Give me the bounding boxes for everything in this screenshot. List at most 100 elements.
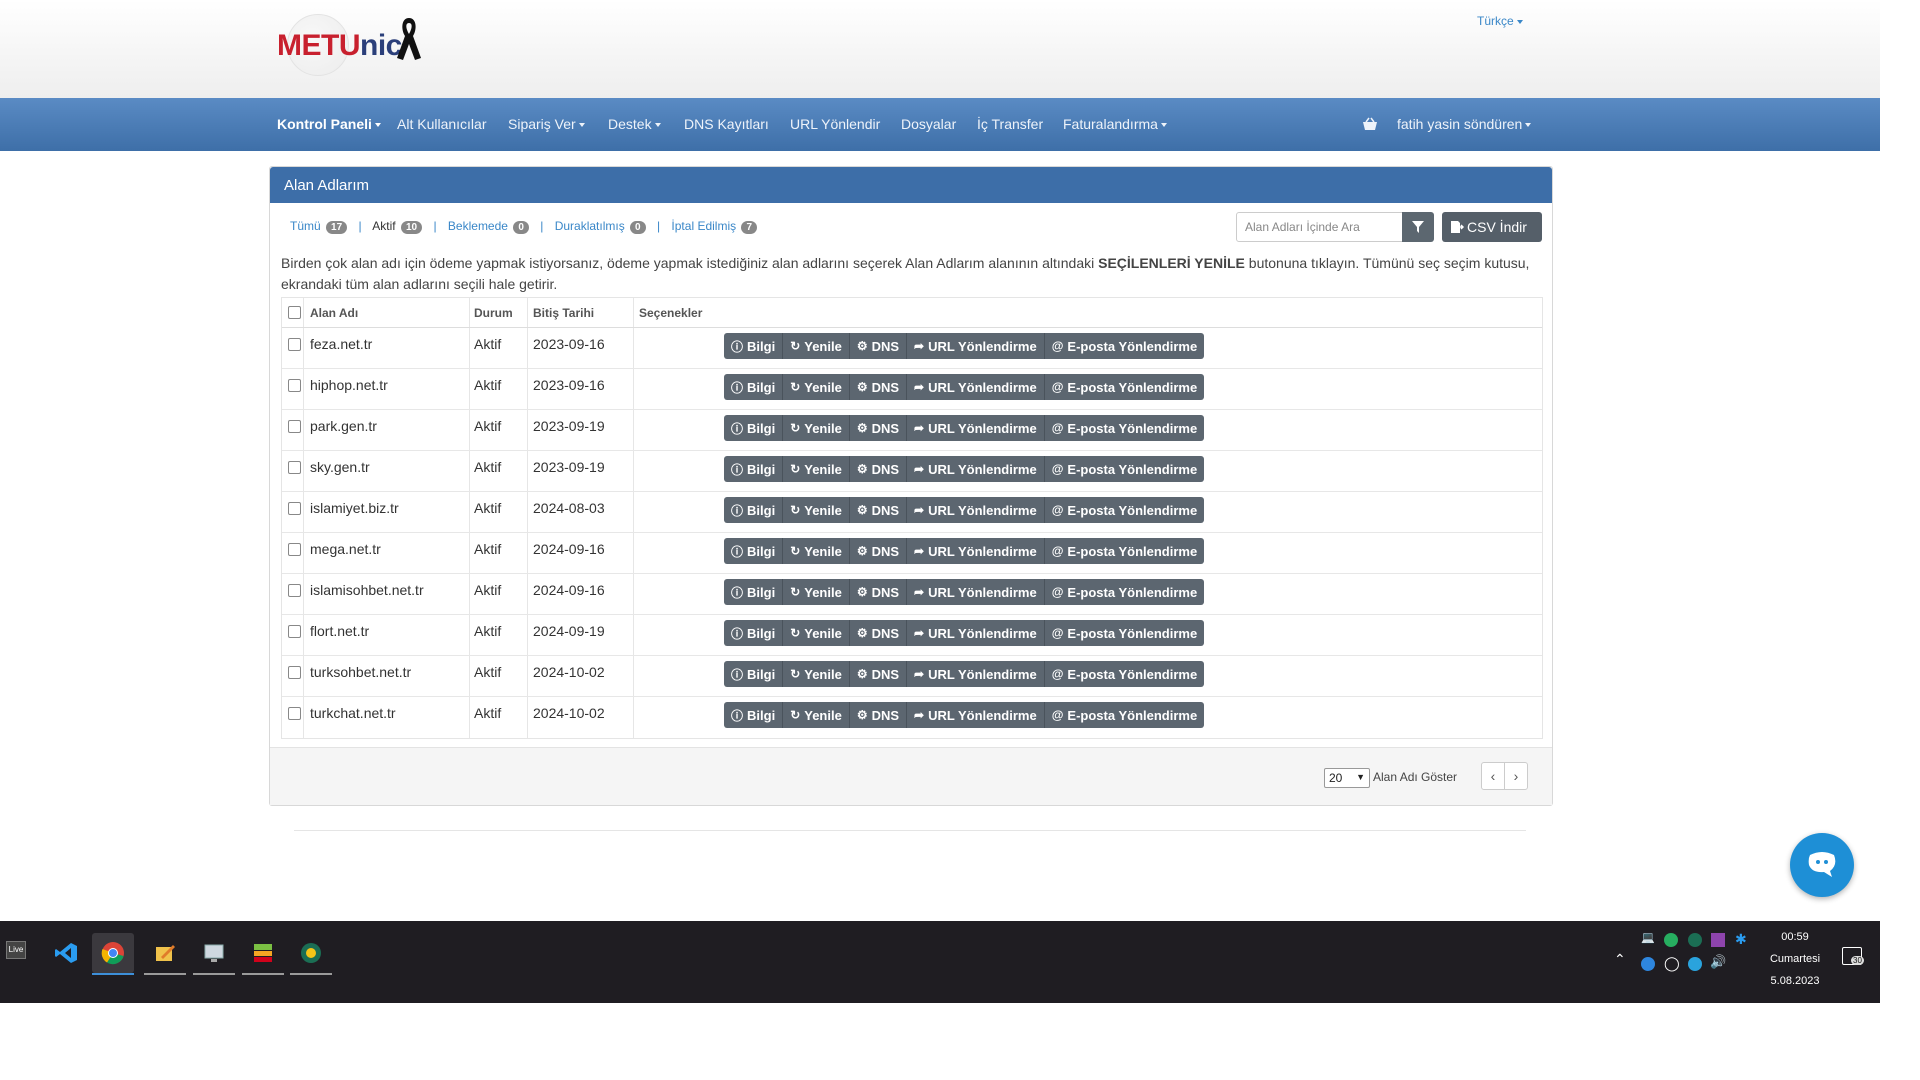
info-button[interactable]: ⓘ Bilgi [724, 620, 784, 646]
domain-name[interactable]: sky.gen.tr [310, 459, 370, 475]
dns-button[interactable]: ⚙ DNS [849, 661, 908, 687]
info-button[interactable]: ⓘ Bilgi [724, 415, 784, 441]
dns-button[interactable]: ⚙ DNS [849, 538, 908, 564]
live-widget-icon[interactable]: Live [6, 941, 26, 959]
email-forward-button[interactable]: @ E-posta Yönlendirme [1044, 333, 1205, 359]
metunic-logo[interactable]: METUnic [277, 14, 427, 76]
domain-name[interactable]: park.gen.tr [310, 418, 377, 434]
filter-all[interactable]: Tümü 17 [290, 219, 348, 234]
telegram-icon[interactable] [1688, 957, 1702, 971]
url-forward-button[interactable]: ➦ URL Yönlendirme [907, 374, 1045, 400]
network-icon[interactable]: 💻 [1641, 931, 1655, 944]
filter-active[interactable]: Aktif 10 [372, 219, 423, 234]
row-checkbox[interactable] [288, 338, 301, 351]
url-forward-button[interactable]: ➦ URL Yönlendirme [907, 456, 1045, 482]
renew-button[interactable]: ↻ Yenile [783, 374, 850, 400]
dns-button[interactable]: ⚙ DNS [849, 702, 908, 728]
row-checkbox[interactable] [288, 666, 301, 679]
row-checkbox[interactable] [288, 625, 301, 638]
renew-button[interactable]: ↻ Yenile [783, 333, 850, 359]
col-expiry[interactable]: Bitiş Tarihi [533, 306, 594, 320]
language-selector[interactable]: Türkçe [1477, 14, 1523, 28]
basket-icon[interactable] [1362, 117, 1378, 131]
dns-button[interactable]: ⚙ DNS [849, 620, 908, 646]
vscode-icon[interactable] [45, 933, 87, 973]
dns-button[interactable]: ⚙ DNS [849, 374, 908, 400]
domain-name[interactable]: flort.net.tr [310, 623, 369, 639]
nav-faturalandirma[interactable]: Faturalandırma [1063, 116, 1167, 132]
renew-button[interactable]: ↻ Yenile [783, 538, 850, 564]
prev-page-button[interactable]: ‹ [1481, 762, 1505, 790]
email-forward-button[interactable]: @ E-posta Yönlendirme [1044, 456, 1205, 482]
info-button[interactable]: ⓘ Bilgi [724, 374, 784, 400]
nav-alt-kullanicilar[interactable]: Alt Kullanıcılar [397, 116, 486, 132]
domain-name[interactable]: hiphop.net.tr [310, 377, 388, 393]
info-button[interactable]: ⓘ Bilgi [724, 456, 784, 482]
nav-kontrol-paneli[interactable]: Kontrol Paneli [277, 116, 381, 132]
domain-name[interactable]: turkchat.net.tr [310, 705, 396, 721]
defender-icon[interactable]: ◯ [1664, 955, 1680, 972]
domain-name[interactable]: turksohbet.net.tr [310, 664, 411, 680]
email-forward-button[interactable]: @ E-posta Yönlendirme [1044, 538, 1205, 564]
url-forward-button[interactable]: ➦ URL Yönlendirme [907, 333, 1045, 359]
filter-suspended[interactable]: Duraklatılmış 0 [555, 219, 646, 234]
dns-button[interactable]: ⚙ DNS [849, 579, 908, 605]
renew-button[interactable]: ↻ Yenile [783, 579, 850, 605]
email-forward-button[interactable]: @ E-posta Yönlendirme [1044, 579, 1205, 605]
renew-button[interactable]: ↻ Yenile [783, 497, 850, 523]
clock-date[interactable]: 5.08.2023 [1760, 975, 1830, 987]
info-button[interactable]: ⓘ Bilgi [724, 497, 784, 523]
renew-button[interactable]: ↻ Yenile [783, 456, 850, 482]
nav-siparis-ver[interactable]: Sipariş Ver [508, 116, 585, 132]
row-checkbox[interactable] [288, 379, 301, 392]
csv-download-button[interactable]: CSV İndir [1442, 212, 1542, 242]
cloud-icon[interactable] [1641, 957, 1655, 971]
row-checkbox[interactable] [288, 502, 301, 515]
url-forward-button[interactable]: ➦ URL Yönlendirme [907, 497, 1045, 523]
renew-button[interactable]: ↻ Yenile [783, 415, 850, 441]
info-button[interactable]: ⓘ Bilgi [724, 661, 784, 687]
info-button[interactable]: ⓘ Bilgi [724, 702, 784, 728]
clock-day[interactable]: Cumartesi [1760, 953, 1830, 965]
volume-icon[interactable]: 🔊 [1710, 954, 1726, 970]
dns-button[interactable]: ⚙ DNS [849, 497, 908, 523]
row-checkbox[interactable] [288, 461, 301, 474]
domain-name[interactable]: feza.net.tr [310, 336, 372, 352]
renew-button[interactable]: ↻ Yenile [783, 620, 850, 646]
next-page-button[interactable]: › [1504, 762, 1528, 790]
vpn-tray-icon[interactable] [1688, 933, 1702, 947]
info-button[interactable]: ⓘ Bilgi [724, 579, 784, 605]
remote-desktop-icon[interactable] [193, 933, 235, 973]
col-domain[interactable]: Alan Adı [310, 306, 358, 320]
row-checkbox[interactable] [288, 584, 301, 597]
domain-search-input[interactable]: Alan Adları İçinde Ara [1236, 212, 1404, 242]
col-status[interactable]: Durum [474, 306, 513, 320]
edit-app-icon[interactable] [144, 933, 186, 973]
email-forward-button[interactable]: @ E-posta Yönlendirme [1044, 661, 1205, 687]
nav-dns-kayitlari[interactable]: DNS Kayıtları [684, 116, 769, 132]
nav-ic-transfer[interactable]: İç Transfer [977, 116, 1043, 132]
chrome-icon[interactable] [92, 933, 134, 973]
chevron-up-icon[interactable]: ⌃ [1614, 951, 1626, 968]
row-checkbox[interactable] [288, 543, 301, 556]
stack-app-icon[interactable] [242, 933, 284, 973]
vpn-app-icon[interactable] [290, 933, 332, 973]
app-tray-icon[interactable] [1711, 933, 1725, 947]
renew-button[interactable]: ↻ Yenile [783, 661, 850, 687]
row-checkbox[interactable] [288, 420, 301, 433]
url-forward-button[interactable]: ➦ URL Yönlendirme [907, 661, 1045, 687]
user-menu[interactable]: fatih yasin söndüren [1397, 116, 1532, 132]
nav-destek[interactable]: Destek [608, 116, 661, 132]
nav-dosyalar[interactable]: Dosyalar [901, 116, 956, 132]
email-forward-button[interactable]: @ E-posta Yönlendirme [1044, 415, 1205, 441]
dns-button[interactable]: ⚙ DNS [849, 333, 908, 359]
url-forward-button[interactable]: ➦ URL Yönlendirme [907, 702, 1045, 728]
clock-time[interactable]: 00:59 [1760, 931, 1830, 943]
email-forward-button[interactable]: @ E-posta Yönlendirme [1044, 620, 1205, 646]
renew-button[interactable]: ↻ Yenile [783, 702, 850, 728]
url-forward-button[interactable]: ➦ URL Yönlendirme [907, 415, 1045, 441]
nav-url-yonlendir[interactable]: URL Yönlendir [790, 116, 880, 132]
info-button[interactable]: ⓘ Bilgi [724, 333, 784, 359]
email-forward-button[interactable]: @ E-posta Yönlendirme [1044, 497, 1205, 523]
select-all-checkbox[interactable] [288, 306, 301, 319]
